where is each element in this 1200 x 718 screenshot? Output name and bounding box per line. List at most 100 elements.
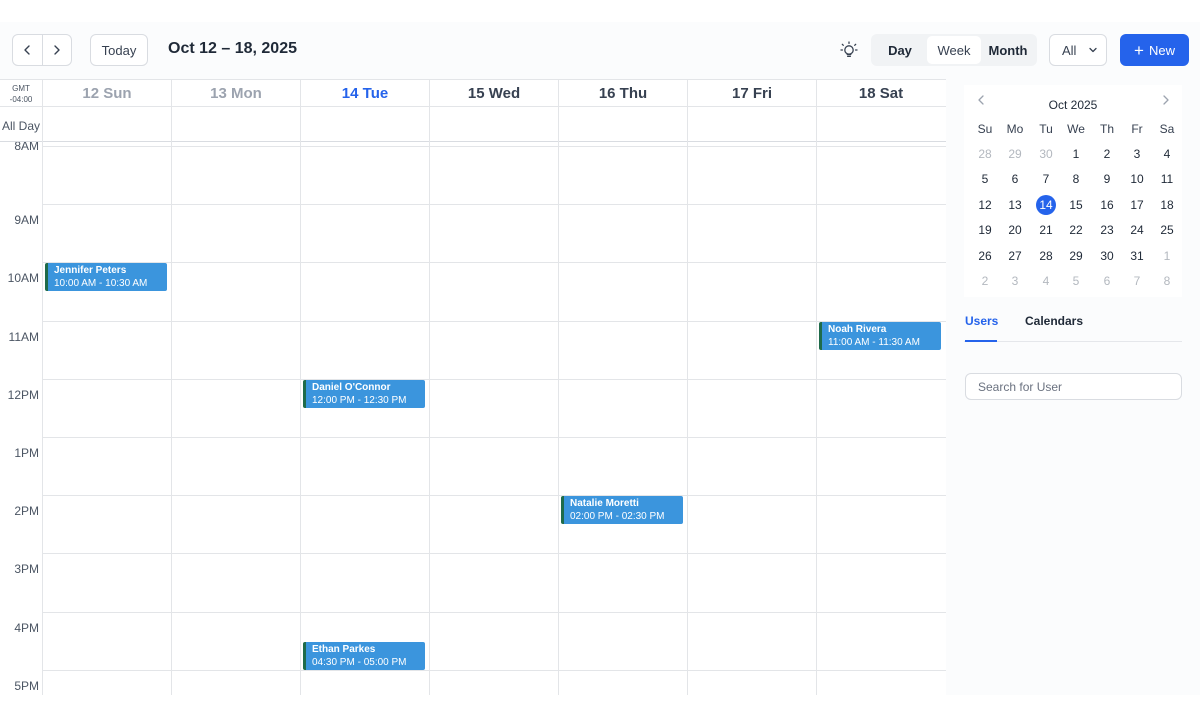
day-header[interactable]: 15 Wed <box>429 80 558 106</box>
mini-calendar-day[interactable]: 22 <box>1066 220 1086 240</box>
view-month-button[interactable]: Month <box>981 36 1035 64</box>
mini-calendar-day[interactable]: 17 <box>1127 195 1147 215</box>
mini-calendar-day[interactable]: 28 <box>1036 246 1056 266</box>
time-label: 9AM <box>14 213 39 227</box>
hour-line <box>42 495 946 496</box>
timezone-label-line2: -04:00 <box>9 95 33 104</box>
mini-calendar-day[interactable]: 1 <box>1066 144 1086 164</box>
event-time: 10:00 AM - 10:30 AM <box>54 278 148 289</box>
view-week-button[interactable]: Week <box>927 36 981 64</box>
all-day-cell[interactable] <box>816 107 945 142</box>
mini-calendar-day[interactable]: 10 <box>1127 169 1147 189</box>
hour-line <box>42 321 946 322</box>
mini-calendar-day[interactable]: 6 <box>1005 169 1025 189</box>
mini-calendar-day[interactable]: 28 <box>975 144 995 164</box>
mini-calendar-day[interactable]: 25 <box>1157 220 1177 240</box>
mini-calendar-day[interactable]: 31 <box>1127 246 1147 266</box>
mini-calendar-day[interactable]: 3 <box>1005 271 1025 291</box>
mini-calendar-weekday: Su <box>977 122 993 136</box>
hour-line <box>42 146 946 147</box>
hour-line <box>42 262 946 263</box>
hour-line <box>42 204 946 205</box>
filter-select[interactable]: All <box>1049 34 1107 66</box>
sidebar: Oct 2025 Su Mo Tu We Th Fr Sa 28 29 30 1 2 3 4 5 6 7 8 9 10… <box>946 79 1200 695</box>
mini-calendar-day[interactable]: 30 <box>1036 144 1056 164</box>
mini-calendar-day[interactable]: 3 <box>1127 144 1147 164</box>
new-event-button[interactable]: + New <box>1120 34 1189 66</box>
day-header[interactable]: 18 Sat <box>816 80 945 106</box>
next-week-button[interactable] <box>41 35 71 65</box>
chevron-right-icon[interactable] <box>1159 93 1173 107</box>
time-label: 1PM <box>14 446 39 460</box>
user-search-input[interactable] <box>965 373 1182 400</box>
calendar-event[interactable]: Daniel O'Connor 12:00 PM - 12:30 PM <box>303 380 425 408</box>
mini-calendar-day[interactable]: 19 <box>975 220 995 240</box>
mini-calendar-day[interactable]: 13 <box>1005 195 1025 215</box>
mini-calendar-day[interactable]: 29 <box>1066 246 1086 266</box>
mini-calendar-day[interactable]: 18 <box>1157 195 1177 215</box>
event-time: 11:00 AM - 11:30 AM <box>828 337 920 348</box>
day-header[interactable]: 13 Mon <box>171 80 300 106</box>
mini-calendar-day[interactable]: 21 <box>1036 220 1056 240</box>
mini-calendar-day[interactable]: 7 <box>1036 169 1056 189</box>
view-day-button[interactable]: Day <box>873 36 927 64</box>
mini-calendar-day[interactable]: 1 <box>1157 246 1177 266</box>
mini-calendar-day[interactable]: 16 <box>1097 195 1117 215</box>
all-day-cell[interactable] <box>171 107 300 142</box>
mini-calendar-day[interactable]: 30 <box>1097 246 1117 266</box>
mini-calendar-day[interactable]: 6 <box>1097 271 1117 291</box>
time-label: 4PM <box>14 621 39 635</box>
mini-calendar-day[interactable]: 9 <box>1097 169 1117 189</box>
all-day-cell[interactable] <box>429 107 558 142</box>
time-label: 10AM <box>7 271 39 285</box>
view-switcher: Day Week Month <box>871 34 1037 66</box>
time-grid: 8AM 9AM 10AM 11AM 12PM 1PM 2PM 3PM 4PM 5PM Jennife… <box>0 142 946 695</box>
mini-calendar-day[interactable]: 8 <box>1066 169 1086 189</box>
calendar-event[interactable]: Jennifer Peters 10:00 AM - 10:30 AM <box>45 263 167 291</box>
mini-calendar-day[interactable]: 12 <box>975 195 995 215</box>
day-header[interactable]: 12 Sun <box>42 80 171 106</box>
event-title: Natalie Moretti <box>570 498 639 509</box>
date-range-title: Oct 12 – 18, 2025 <box>168 40 297 57</box>
mini-calendar-day[interactable]: 11 <box>1157 169 1177 189</box>
all-day-cell[interactable] <box>687 107 816 142</box>
mini-calendar-day[interactable]: 20 <box>1005 220 1025 240</box>
mini-calendar-day[interactable]: 2 <box>1097 144 1117 164</box>
mini-calendar-day[interactable]: 2 <box>975 271 995 291</box>
mini-calendar-day[interactable]: 23 <box>1097 220 1117 240</box>
tab-users[interactable]: Users <box>965 314 998 342</box>
mini-calendar-day[interactable]: 8 <box>1157 271 1177 291</box>
calendar-event[interactable]: Ethan Parkes 04:30 PM - 05:00 PM <box>303 642 425 670</box>
all-day-cell[interactable] <box>300 107 429 142</box>
mini-calendar-day-selected[interactable]: 14 <box>1036 195 1056 215</box>
today-button[interactable]: Today <box>90 34 148 66</box>
previous-week-button[interactable] <box>13 35 42 65</box>
day-header[interactable]: 17 Fri <box>687 80 816 106</box>
mini-calendar-day[interactable]: 26 <box>975 246 995 266</box>
mini-calendar: Oct 2025 Su Mo Tu We Th Fr Sa 28 29 30 1 2 3 4 5 6 7 8 9 10… <box>964 85 1182 297</box>
all-day-row: All Day <box>0 106 946 142</box>
all-day-cell[interactable] <box>558 107 687 142</box>
mini-calendar-day[interactable]: 24 <box>1127 220 1147 240</box>
day-header[interactable]: 16 Thu <box>558 80 687 106</box>
mini-calendar-day[interactable]: 27 <box>1005 246 1025 266</box>
calendar-event[interactable]: Noah Rivera 11:00 AM - 11:30 AM <box>819 322 941 350</box>
hour-line <box>42 379 946 380</box>
mini-calendar-day[interactable]: 5 <box>1066 271 1086 291</box>
day-header[interactable]: 14 Tue <box>300 80 429 106</box>
mini-calendar-day[interactable]: 5 <box>975 169 995 189</box>
mini-calendar-day[interactable]: 7 <box>1127 271 1147 291</box>
calendar-app: Today Oct 12 – 18, 2025 Day Week Month A… <box>0 22 1200 695</box>
toolbar: Today Oct 12 – 18, 2025 Day Week Month A… <box>0 22 1200 79</box>
mini-calendar-day[interactable]: 29 <box>1005 144 1025 164</box>
time-label: 8AM <box>14 142 39 153</box>
sidebar-tabs: Users Calendars <box>964 314 1182 342</box>
all-day-cell[interactable] <box>42 107 171 142</box>
tab-calendars[interactable]: Calendars <box>1025 314 1089 342</box>
calendar-event[interactable]: Natalie Moretti 02:00 PM - 02:30 PM <box>561 496 683 524</box>
lightbulb-icon[interactable] <box>839 40 859 60</box>
mini-calendar-day[interactable]: 4 <box>1036 271 1056 291</box>
mini-calendar-day[interactable]: 4 <box>1157 144 1177 164</box>
mini-calendar-day[interactable]: 15 <box>1066 195 1086 215</box>
chevron-right-icon <box>54 45 60 55</box>
